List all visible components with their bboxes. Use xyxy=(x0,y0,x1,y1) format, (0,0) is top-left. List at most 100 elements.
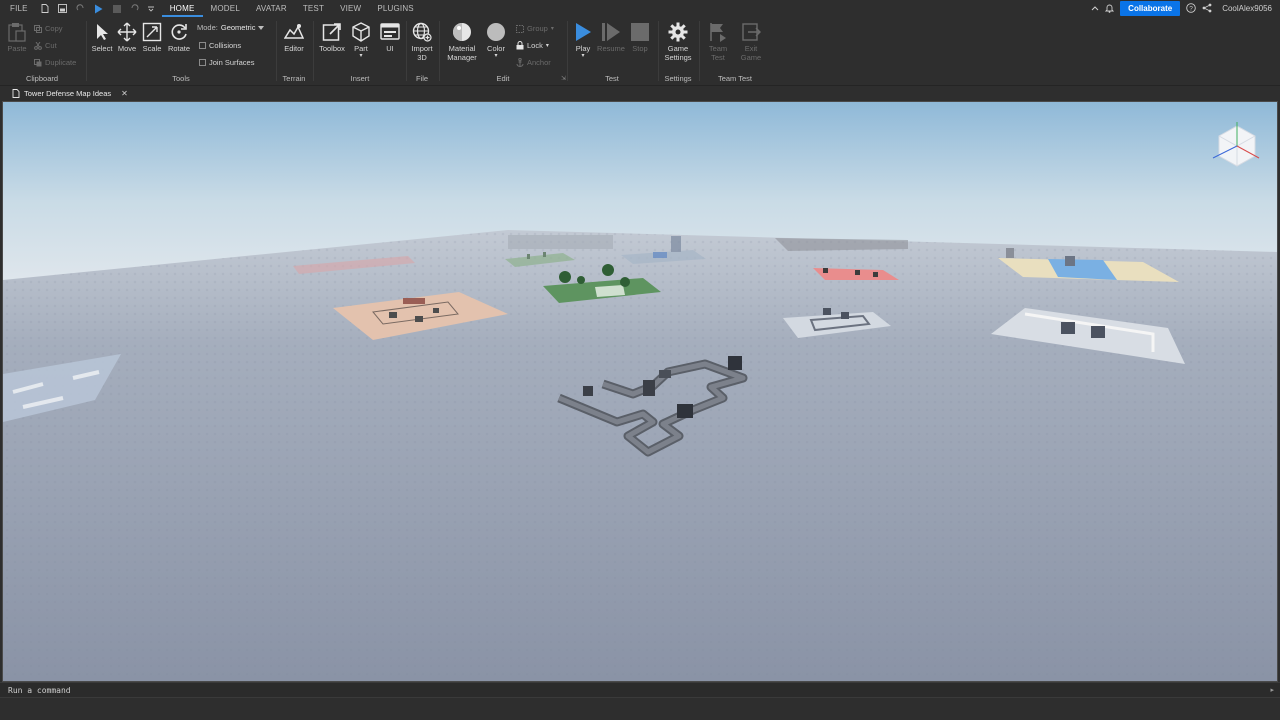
tools-group-label: Tools xyxy=(172,74,190,83)
group-button[interactable]: Group ▾ xyxy=(516,24,554,33)
tab-avatar[interactable]: AVATAR xyxy=(248,0,295,17)
edit-group: Material Manager Color ▾ Group ▾ Lock ▾ … xyxy=(440,17,566,86)
mode-value[interactable]: Geometric xyxy=(221,23,256,32)
play-button[interactable]: Play ▾ xyxy=(568,22,598,59)
menu-bar: FILE HOME MODEL AVATAR TEST VIEW PLUGINS… xyxy=(0,0,1280,17)
lock-dropdown-icon[interactable]: ▾ xyxy=(546,42,549,49)
rotate-icon xyxy=(169,22,189,42)
paste-label: Paste xyxy=(7,44,27,53)
terrain-editor-button[interactable]: Editor xyxy=(279,22,309,53)
exit-game-icon xyxy=(741,22,761,42)
material-manager-button[interactable]: Material Manager xyxy=(444,22,480,62)
group-label: Group xyxy=(527,24,548,33)
team-test-button[interactable]: Team Test xyxy=(703,22,733,62)
quick-stop-icon[interactable] xyxy=(112,4,122,14)
import-3d-label-line1: Import xyxy=(411,44,433,53)
username-label[interactable]: CoolAlex9056 xyxy=(1222,4,1272,13)
command-input[interactable] xyxy=(8,684,1258,697)
collisions-toggle[interactable]: Collisions xyxy=(199,41,241,50)
share-icon[interactable] xyxy=(1202,3,1212,15)
tab-plugins[interactable]: PLUGINS xyxy=(369,0,422,17)
toolbox-button[interactable]: Toolbox xyxy=(317,22,347,53)
clipboard-group: Paste Copy Cut Duplicate Clipboard xyxy=(0,17,84,86)
quick-access-dropdown-icon[interactable] xyxy=(147,4,154,14)
part-button[interactable]: Part ▾ xyxy=(346,22,376,59)
team-test-group-label: Team Test xyxy=(717,74,753,83)
baseplate-stud-texture xyxy=(3,230,1277,681)
ui-label: UI xyxy=(386,44,394,53)
toolbox-label: Toolbox xyxy=(319,44,345,53)
lock-button[interactable]: Lock ▾ xyxy=(516,41,549,50)
save-icon[interactable] xyxy=(58,4,68,14)
exit-game-label-line2: Game xyxy=(740,53,762,62)
edit-group-label: Edit xyxy=(496,74,510,83)
anchor-button[interactable]: Anchor xyxy=(516,58,551,67)
collaborate-button[interactable]: Collaborate xyxy=(1120,1,1181,16)
exit-game-label-line1: Exit xyxy=(744,44,758,53)
lock-label: Lock xyxy=(527,41,543,50)
play-dropdown-icon[interactable]: ▾ xyxy=(568,53,598,59)
tools-group: Select Move Scale Rotate Mode: Geometric xyxy=(87,17,275,86)
tab-view[interactable]: VIEW xyxy=(332,0,369,17)
status-bar xyxy=(0,698,1280,720)
stop-button[interactable]: Stop xyxy=(625,22,655,53)
join-surfaces-toggle[interactable]: Join Surfaces xyxy=(199,58,254,67)
team-test-flag-icon xyxy=(708,22,728,42)
import-3d-label-line2: 3D xyxy=(417,53,427,62)
import-3d-button[interactable]: Import 3D xyxy=(407,22,437,62)
duplicate-icon xyxy=(34,58,42,66)
color-dropdown-icon[interactable]: ▾ xyxy=(481,53,511,59)
stop-icon xyxy=(630,22,650,42)
new-file-icon[interactable] xyxy=(40,4,50,14)
expand-up-icon[interactable] xyxy=(1091,4,1099,13)
redo-icon[interactable] xyxy=(76,4,86,14)
color-swatch-icon xyxy=(486,22,506,42)
tab-test[interactable]: TEST xyxy=(295,0,332,17)
document-tab[interactable]: Tower Defense Map Ideas ✕ xyxy=(6,87,134,100)
rotate-button[interactable]: Rotate xyxy=(164,22,194,53)
file-group: Import 3D File xyxy=(407,17,437,86)
notification-bell-icon[interactable] xyxy=(1105,3,1115,15)
scale-button[interactable]: Scale xyxy=(137,22,167,53)
tab-home[interactable]: HOME xyxy=(161,0,203,17)
map-model-dark-far-right[interactable] xyxy=(775,238,908,251)
team-test-group: Team Test Exit Game Team Test xyxy=(700,17,770,86)
ribbon: Paste Copy Cut Duplicate Clipboard Selec… xyxy=(0,17,1280,86)
resume-button[interactable]: Resume xyxy=(596,22,626,53)
test-group-label: Test xyxy=(605,74,619,83)
mode-dropdown-chevron-icon[interactable] xyxy=(258,25,265,30)
map-model-building-far[interactable] xyxy=(508,235,613,249)
copy-button[interactable]: Copy xyxy=(34,24,63,33)
ui-button[interactable]: UI xyxy=(375,22,405,53)
quick-play-icon[interactable] xyxy=(94,4,104,14)
color-label: Color xyxy=(487,44,505,53)
file-menu[interactable]: FILE xyxy=(2,0,36,17)
part-dropdown-icon[interactable]: ▾ xyxy=(346,53,376,59)
help-icon[interactable]: ? xyxy=(1186,2,1196,15)
scale-label: Scale xyxy=(142,44,162,53)
duplicate-button[interactable]: Duplicate xyxy=(34,58,76,67)
tab-model[interactable]: MODEL xyxy=(203,0,248,17)
undo-icon[interactable] xyxy=(130,4,140,14)
command-bar-scroll-icon[interactable]: ▸ xyxy=(1270,686,1274,694)
game-settings-button[interactable]: Game Settings xyxy=(663,22,693,62)
cut-button[interactable]: Cut xyxy=(34,41,57,50)
close-tab-icon[interactable]: ✕ xyxy=(121,89,128,98)
copy-icon xyxy=(34,24,42,33)
menubar-right: Collaborate ? CoolAlex9056 xyxy=(1091,0,1280,17)
exit-game-button[interactable]: Exit Game xyxy=(736,22,766,62)
rotate-label: Rotate xyxy=(167,44,191,53)
group-dropdown-icon[interactable]: ▾ xyxy=(551,25,554,32)
collisions-checkbox[interactable] xyxy=(199,42,206,49)
insert-group-label: Insert xyxy=(350,74,370,83)
color-button[interactable]: Color ▾ xyxy=(481,22,511,59)
3d-viewport[interactable] xyxy=(2,101,1278,682)
svg-text:?: ? xyxy=(1189,5,1193,12)
select-cursor-icon xyxy=(92,22,112,42)
settings-group: Game Settings Settings xyxy=(659,17,697,86)
team-test-label-line1: Team xyxy=(708,44,728,53)
mode-selector[interactable]: Mode: Geometric xyxy=(197,23,265,32)
paste-button[interactable]: Paste xyxy=(2,22,32,53)
join-surfaces-checkbox[interactable] xyxy=(199,59,206,66)
material-manager-label-line1: Material xyxy=(448,44,476,53)
